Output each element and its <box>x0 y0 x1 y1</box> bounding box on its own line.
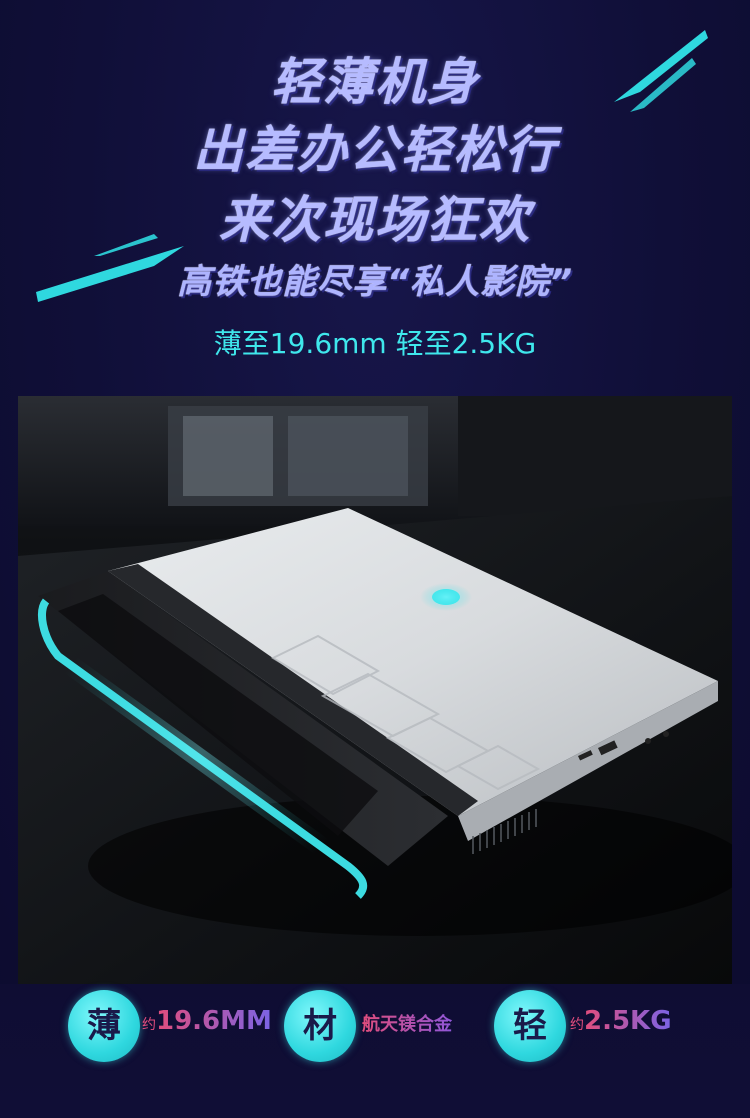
feature-material-value: 航天镁合金 <box>362 1014 452 1035</box>
feature-bar: 薄 约19.6MM 材 航天镁合金 轻 约2.5KG <box>0 984 750 1118</box>
feature-badge-light: 轻 <box>494 990 566 1062</box>
headline-line-3: 来次现场狂欢 <box>219 191 531 249</box>
feature-badge-thin: 薄 <box>68 990 140 1062</box>
laptop-illustration <box>18 396 732 986</box>
feature-thin-prefix: 约 <box>142 1017 156 1033</box>
subheadline: 高铁也能尽享“私人影院” <box>177 262 573 302</box>
feature-thin-value: 19.6MM <box>156 1006 272 1036</box>
headline-line-1: 轻薄机身 <box>271 53 479 111</box>
feature-badge-material: 材 <box>284 990 356 1062</box>
feature-thin: 约19.6MM <box>142 1006 272 1036</box>
feature-material: 航天镁合金 <box>362 1010 452 1036</box>
feature-light-value: 2.5KG <box>584 1006 672 1036</box>
feature-light-prefix: 约 <box>570 1017 584 1033</box>
headline-line-2: 出差办公轻松行 <box>193 121 557 179</box>
spec-line: 薄至19.6mm 轻至2.5KG <box>213 327 537 360</box>
product-photo <box>18 396 732 986</box>
feature-light: 约2.5KG <box>570 1006 672 1036</box>
promo-page: 轻薄机身 出差办公轻松行 来次现场狂欢 高铁也能尽享“私人影院” 薄至19.6m… <box>0 0 750 1118</box>
